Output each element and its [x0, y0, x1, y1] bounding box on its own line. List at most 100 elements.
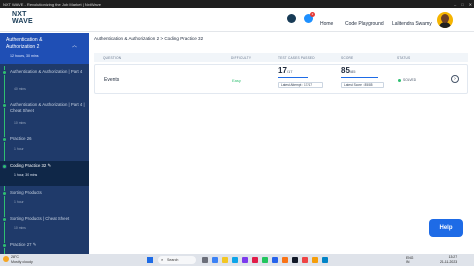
tests-passed-count: 17 — [278, 66, 287, 75]
sidebar-item-duration: 40 mins — [14, 87, 26, 91]
theme-toggle-icon[interactable] — [287, 14, 296, 23]
sidebar-item-auth-part-4[interactable]: Authentication & Authorization | Part 4 … — [0, 67, 89, 98]
app-icon[interactable] — [252, 257, 258, 263]
sidebar-item-label: Sorting Products | Cheat Sheet — [10, 216, 70, 221]
nav-code-playground-link[interactable]: Code Playground — [345, 21, 384, 27]
sidebar-item-practice-26[interactable]: Practice 26 1 hour — [0, 134, 89, 160]
sidebar-item-sorting-products[interactable]: Sorting Products 1 hour — [0, 188, 89, 214]
sidebar-item-label: Practice 27 ✎ — [10, 242, 86, 248]
completed-dot-icon — [2, 191, 7, 196]
completed-dot-icon — [2, 243, 7, 248]
sidebar-module-duration: 12 hours, 30 mins — [10, 54, 39, 58]
column-test-cases-passed: TEST CASES PASSED — [278, 56, 315, 60]
window-controls: – □ ✕ — [454, 0, 472, 8]
windows-start-icon[interactable] — [147, 257, 153, 263]
latest-score-pill: Latest Score : 85/85 — [341, 82, 384, 88]
search-icon: ⌕ — [161, 257, 164, 262]
sidebar-item-practice-27[interactable]: Practice 27 ✎ — [0, 240, 89, 254]
completed-dot-icon — [2, 103, 7, 108]
task-view-icon[interactable] — [202, 257, 208, 263]
latest-attempt-pill: Latest Attempt : 17/17 — [278, 82, 323, 88]
user-name[interactable]: Lalitendra Swamy — [392, 21, 432, 27]
chat-icon[interactable] — [212, 257, 218, 263]
system-tray[interactable]: ENG IN — [406, 256, 413, 264]
sidebar-item-duration: 1 hour, 30 mins — [14, 173, 38, 177]
chrome-icon[interactable] — [312, 257, 318, 263]
tests-progress-bar — [278, 77, 308, 78]
sidebar-item-label: Authentication & Authorization | Part 4 … — [10, 102, 85, 113]
help-button[interactable]: Help — [429, 219, 463, 237]
sidebar-item-label: Authentication & Authorization | Part 4 — [10, 69, 83, 74]
sidebar-item-duration: 1 hour — [14, 200, 24, 204]
app-icon[interactable] — [242, 257, 248, 263]
region-label: IN — [406, 260, 410, 264]
app-icon[interactable] — [272, 257, 278, 263]
app-icon[interactable] — [322, 257, 328, 263]
sidebar-module-header[interactable]: Authentication & Authorization 2 12 hour… — [0, 33, 89, 64]
sidebar-item-duration: 10 mins — [14, 226, 26, 230]
close-button[interactable]: ✕ — [469, 2, 472, 7]
sidebar-item-sorting-products-cheat-sheet[interactable]: Sorting Products | Cheat Sheet 10 mins — [0, 214, 89, 240]
weather-condition: Mostly cloudy — [11, 260, 33, 264]
windows-taskbar: 28°C Mostly cloudy ⌕ Search ENG IN 13:27… — [0, 254, 474, 266]
maximize-button[interactable]: □ — [461, 2, 463, 7]
arrow-right-icon[interactable]: › — [451, 75, 459, 83]
score-total: /85 — [349, 69, 356, 74]
app-icon[interactable] — [282, 257, 288, 263]
column-question: QUESTION — [103, 56, 122, 60]
sidebar-item-label: Sorting Products — [10, 190, 42, 195]
column-status: STATUS — [397, 56, 411, 60]
taskbar-search[interactable]: ⌕ Search — [158, 256, 196, 264]
completed-dot-icon — [2, 70, 7, 75]
edit-icon: ✎ — [47, 163, 52, 168]
chevron-up-icon[interactable]: ︿ — [72, 42, 77, 49]
sidebar-item-label-text: Practice 27 — [10, 242, 32, 247]
weather-temperature: 28°C — [11, 255, 20, 259]
app-icon[interactable] — [262, 257, 268, 263]
column-score: SCORE — [341, 56, 354, 60]
course-sidebar: Authentication & Authorization 2 12 hour… — [0, 33, 89, 254]
tests-total: /17 — [286, 69, 293, 74]
edit-icon: ✎ — [32, 242, 37, 247]
screen: NXT WAVE - Revolutionizing the Job Marke… — [0, 0, 474, 266]
status-badge: SOLVED — [398, 78, 416, 82]
taskbar-search-label: Search — [167, 258, 179, 262]
table-row[interactable]: Events Easy 17/17 Latest Attempt : 17/17… — [94, 64, 468, 94]
clock-date: 21-11-2023 — [440, 259, 458, 264]
sidebar-item-label: Coding Practice 32 ✎ — [10, 163, 86, 169]
column-difficulty: DIFFICULTY — [231, 56, 252, 60]
app-icon[interactable] — [302, 257, 308, 263]
window-title: NXT WAVE - Revolutionizing the Job Marke… — [3, 1, 101, 7]
edge-browser-icon[interactable] — [232, 257, 238, 263]
sidebar-item-coding-practice-32[interactable]: Coding Practice 32 ✎ 1 hour, 30 mins — [0, 161, 89, 186]
sidebar-module-title: Authentication & Authorization 2 — [6, 37, 43, 50]
system-clock[interactable]: 13:27 21-11-2023 — [440, 255, 457, 264]
sidebar-item-auth-part-4-cheat-sheet[interactable]: Authentication & Authorization | Part 4 … — [0, 100, 89, 132]
question-title[interactable]: Events — [104, 77, 119, 83]
minimize-button[interactable]: – — [454, 2, 456, 7]
tests-progress-fill — [278, 77, 308, 78]
main-content: Authentication & Authorization 2 > Codin… — [89, 33, 474, 254]
score-value: 85/85 — [341, 66, 355, 75]
nxtwave-logo[interactable]: NXT WAVE — [12, 11, 33, 25]
sidebar-item-label: Practice 26 — [10, 136, 32, 141]
file-explorer-icon[interactable] — [222, 257, 228, 263]
completed-dot-icon — [2, 137, 7, 142]
logo-top: NXT — [12, 11, 27, 18]
avatar[interactable] — [437, 12, 453, 28]
score-progress-fill — [341, 77, 378, 78]
table-header: QUESTION DIFFICULTY TEST CASES PASSED SC… — [94, 53, 468, 62]
score-count: 85 — [341, 66, 350, 75]
notification-bell-icon[interactable]: 2 — [304, 12, 315, 23]
app-icon[interactable] — [292, 257, 298, 263]
score-progress-bar — [341, 77, 378, 78]
sidebar-item-duration: 10 mins — [14, 121, 26, 125]
nav-home-link[interactable]: Home — [320, 21, 333, 27]
solved-check-icon — [398, 78, 401, 82]
difficulty-label: Easy — [232, 78, 241, 83]
logo-bottom: WAVE — [12, 18, 33, 25]
sidebar-item-duration: 1 hour — [14, 147, 24, 151]
completed-dot-icon — [2, 217, 7, 222]
browser-title-bar: NXT WAVE - Revolutionizing the Job Marke… — [0, 0, 474, 8]
breadcrumb[interactable]: Authentication & Authorization 2 > Codin… — [94, 36, 203, 41]
